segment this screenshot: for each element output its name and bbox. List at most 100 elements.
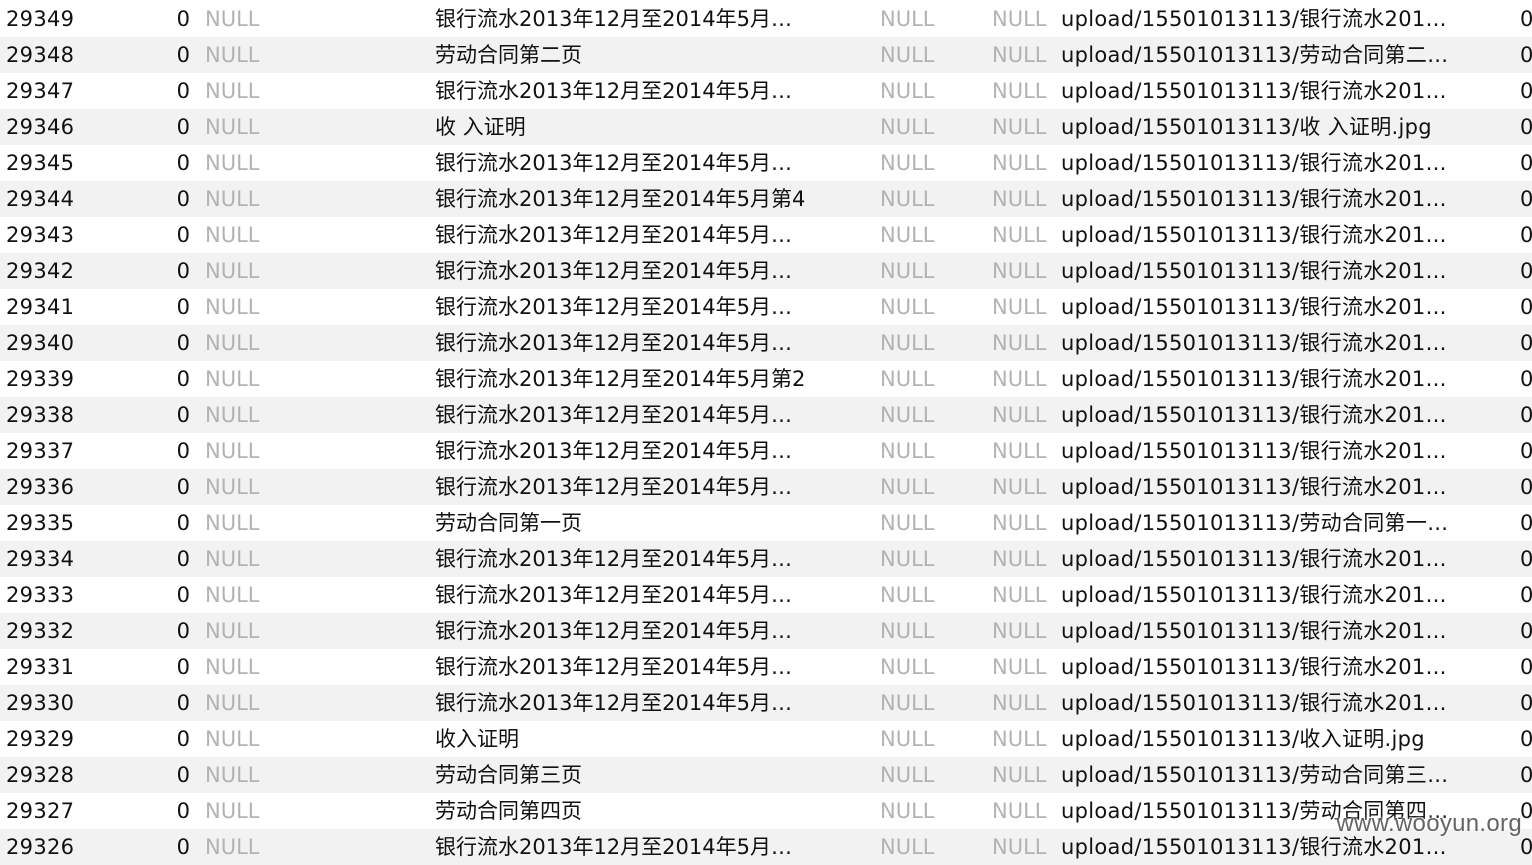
- id-cell[interactable]: 29340: [6, 325, 156, 361]
- trailing-cell[interactable]: 0: [1520, 37, 1532, 73]
- path-cell[interactable]: upload/15501013113/银行流水201…: [1061, 325, 1471, 361]
- null-cell[interactable]: NULL: [992, 397, 1052, 433]
- path-cell[interactable]: upload/15501013113/银行流水201…: [1061, 253, 1471, 289]
- null-cell[interactable]: NULL: [880, 469, 970, 505]
- name-cell[interactable]: 银行流水2013年12月至2014年5月…: [435, 325, 830, 361]
- table-row[interactable]: 29348 0 NULL 劳动合同第二页 NULL NULL upload/15501013…: [0, 37, 1532, 73]
- name-cell[interactable]: 劳动合同第四页: [435, 793, 830, 829]
- trailing-cell[interactable]: 0: [1520, 145, 1532, 181]
- null-cell[interactable]: NULL: [992, 649, 1052, 685]
- null-cell[interactable]: NULL: [205, 577, 325, 613]
- name-cell[interactable]: 银行流水2013年12月至2014年5月…: [435, 577, 830, 613]
- id-cell[interactable]: 29326: [6, 829, 156, 865]
- id-cell[interactable]: 29341: [6, 289, 156, 325]
- numeric-cell[interactable]: 0: [150, 469, 190, 505]
- trailing-cell[interactable]: 0: [1520, 1, 1532, 37]
- numeric-cell[interactable]: 0: [150, 145, 190, 181]
- id-cell[interactable]: 29348: [6, 37, 156, 73]
- name-cell[interactable]: 收入证明: [435, 721, 830, 757]
- table-row[interactable]: 29334 0 NULL 银行流水2013年12月至2014年5月… NULL NULL u…: [0, 541, 1532, 577]
- null-cell[interactable]: NULL: [205, 613, 325, 649]
- table-row[interactable]: 29339 0 NULL 银行流水2013年12月至2014年5月第2 NULL NULL…: [0, 361, 1532, 397]
- name-cell[interactable]: 银行流水2013年12月至2014年5月…: [435, 829, 830, 865]
- table-row[interactable]: 29343 0 NULL 银行流水2013年12月至2014年5月… NULL NULL u…: [0, 217, 1532, 253]
- path-cell[interactable]: upload/15501013113/银行流水201…: [1061, 541, 1471, 577]
- name-cell[interactable]: 银行流水2013年12月至2014年5月第4: [435, 181, 830, 217]
- null-cell[interactable]: NULL: [992, 433, 1052, 469]
- null-cell[interactable]: NULL: [880, 73, 970, 109]
- numeric-cell[interactable]: 0: [150, 757, 190, 793]
- id-cell[interactable]: 29339: [6, 361, 156, 397]
- trailing-cell[interactable]: 0: [1520, 181, 1532, 217]
- trailing-cell[interactable]: 0: [1520, 793, 1532, 829]
- trailing-cell[interactable]: 0: [1520, 685, 1532, 721]
- table-row[interactable]: 29335 0 NULL 劳动合同第一页 NULL NULL upload/15501013…: [0, 505, 1532, 541]
- null-cell[interactable]: NULL: [205, 109, 325, 145]
- id-cell[interactable]: 29331: [6, 649, 156, 685]
- table-row[interactable]: 29338 0 NULL 银行流水2013年12月至2014年5月… NULL NULL u…: [0, 397, 1532, 433]
- table-row[interactable]: 29346 0 NULL 收 入证明 NULL NULL upload/1550101311…: [0, 109, 1532, 145]
- null-cell[interactable]: NULL: [205, 649, 325, 685]
- numeric-cell[interactable]: 0: [150, 109, 190, 145]
- name-cell[interactable]: 银行流水2013年12月至2014年5月…: [435, 253, 830, 289]
- null-cell[interactable]: NULL: [205, 37, 325, 73]
- null-cell[interactable]: NULL: [880, 649, 970, 685]
- null-cell[interactable]: NULL: [992, 289, 1052, 325]
- numeric-cell[interactable]: 0: [150, 721, 190, 757]
- null-cell[interactable]: NULL: [880, 577, 970, 613]
- numeric-cell[interactable]: 0: [150, 577, 190, 613]
- table-row[interactable]: 29333 0 NULL 银行流水2013年12月至2014年5月… NULL NULL u…: [0, 577, 1532, 613]
- null-cell[interactable]: NULL: [205, 433, 325, 469]
- id-cell[interactable]: 29333: [6, 577, 156, 613]
- null-cell[interactable]: NULL: [992, 37, 1052, 73]
- null-cell[interactable]: NULL: [880, 829, 970, 865]
- null-cell[interactable]: NULL: [205, 757, 325, 793]
- numeric-cell[interactable]: 0: [150, 325, 190, 361]
- trailing-cell[interactable]: 0: [1520, 361, 1532, 397]
- numeric-cell[interactable]: 0: [150, 37, 190, 73]
- name-cell[interactable]: 银行流水2013年12月至2014年5月…: [435, 73, 830, 109]
- numeric-cell[interactable]: 0: [150, 73, 190, 109]
- table-row[interactable]: 29326 0 NULL 银行流水2013年12月至2014年5月… NULL NULL u…: [0, 829, 1532, 865]
- id-cell[interactable]: 29346: [6, 109, 156, 145]
- name-cell[interactable]: 银行流水2013年12月至2014年5月…: [435, 397, 830, 433]
- name-cell[interactable]: 银行流水2013年12月至2014年5月…: [435, 613, 830, 649]
- id-cell[interactable]: 29347: [6, 73, 156, 109]
- table-row[interactable]: 29329 0 NULL 收入证明 NULL NULL upload/15501013113…: [0, 721, 1532, 757]
- trailing-cell[interactable]: 0: [1520, 325, 1532, 361]
- numeric-cell[interactable]: 0: [150, 829, 190, 865]
- null-cell[interactable]: NULL: [992, 505, 1052, 541]
- table-row[interactable]: 29344 0 NULL 银行流水2013年12月至2014年5月第4 NULL NULL…: [0, 181, 1532, 217]
- table-row[interactable]: 29328 0 NULL 劳动合同第三页 NULL NULL upload/15501013…: [0, 757, 1532, 793]
- table-row[interactable]: 29330 0 NULL 银行流水2013年12月至2014年5月… NULL NULL u…: [0, 685, 1532, 721]
- null-cell[interactable]: NULL: [880, 361, 970, 397]
- numeric-cell[interactable]: 0: [150, 685, 190, 721]
- path-cell[interactable]: upload/15501013113/银行流水201…: [1061, 829, 1471, 865]
- null-cell[interactable]: NULL: [880, 757, 970, 793]
- table-row[interactable]: 29340 0 NULL 银行流水2013年12月至2014年5月… NULL NULL u…: [0, 325, 1532, 361]
- null-cell[interactable]: NULL: [992, 1, 1052, 37]
- trailing-cell[interactable]: 0: [1520, 829, 1532, 865]
- null-cell[interactable]: NULL: [992, 721, 1052, 757]
- null-cell[interactable]: NULL: [880, 289, 970, 325]
- null-cell[interactable]: NULL: [880, 613, 970, 649]
- null-cell[interactable]: NULL: [880, 253, 970, 289]
- null-cell[interactable]: NULL: [992, 73, 1052, 109]
- name-cell[interactable]: 银行流水2013年12月至2014年5月…: [435, 541, 830, 577]
- null-cell[interactable]: NULL: [992, 145, 1052, 181]
- path-cell[interactable]: upload/15501013113/收 入证明.jpg: [1061, 109, 1471, 145]
- numeric-cell[interactable]: 0: [150, 1, 190, 37]
- path-cell[interactable]: upload/15501013113/劳动合同第二…: [1061, 37, 1471, 73]
- id-cell[interactable]: 29330: [6, 685, 156, 721]
- null-cell[interactable]: NULL: [992, 109, 1052, 145]
- path-cell[interactable]: upload/15501013113/银行流水201…: [1061, 469, 1471, 505]
- null-cell[interactable]: NULL: [205, 721, 325, 757]
- numeric-cell[interactable]: 0: [150, 253, 190, 289]
- trailing-cell[interactable]: 0: [1520, 649, 1532, 685]
- null-cell[interactable]: NULL: [880, 433, 970, 469]
- id-cell[interactable]: 29337: [6, 433, 156, 469]
- null-cell[interactable]: NULL: [205, 397, 325, 433]
- trailing-cell[interactable]: 0: [1520, 721, 1532, 757]
- path-cell[interactable]: upload/15501013113/银行流水201…: [1061, 649, 1471, 685]
- table-row[interactable]: 29332 0 NULL 银行流水2013年12月至2014年5月… NULL NULL u…: [0, 613, 1532, 649]
